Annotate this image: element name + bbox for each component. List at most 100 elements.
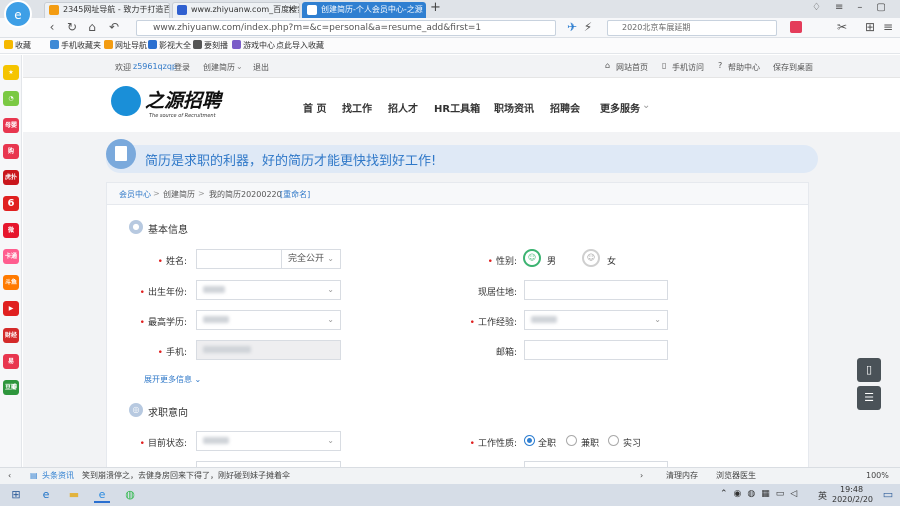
lightning-icon[interactable]: ⚡ <box>580 19 596 35</box>
redacted-value <box>203 346 251 353</box>
tab-2345[interactable]: 2345网址导航 - 致力于打造百 <box>44 2 170 18</box>
taskbar: ⊞ e ▬ e ◍ ⌃◉◍▦▭◁ 英 19:48 2020/2/20 ▭ <box>0 484 900 506</box>
tab-baidu[interactable]: www.zhiyuanw.com_百度搜索 × <box>172 2 300 18</box>
bookmark-favorites[interactable]: 收藏 <box>4 40 31 52</box>
close-icon[interactable]: × <box>287 3 295 17</box>
mobile-float-button[interactable]: ▯ <box>857 358 881 382</box>
help-link[interactable]: 帮助中心 <box>728 62 760 73</box>
address-field[interactable] <box>524 280 668 300</box>
sidebar-item-finance[interactable]: 财经 <box>3 328 19 343</box>
nature-parttime-radio[interactable] <box>566 435 577 446</box>
experience-select[interactable]: ⌄ <box>524 310 668 330</box>
gender-male-radio[interactable]: ☺ <box>523 249 541 267</box>
refresh-icon[interactable]: ↻ <box>64 19 80 35</box>
tab-title: 2345网址导航 - 致力于打造百 <box>63 5 170 14</box>
nav-job-fair[interactable]: 招聘会 <box>550 100 580 115</box>
email-field[interactable] <box>524 340 668 360</box>
site-logo[interactable]: 之源招聘 The source of Recruitment <box>111 84 241 124</box>
scissors-icon[interactable]: ✂ <box>834 19 850 35</box>
shirt-icon[interactable]: ♢ <box>812 2 835 13</box>
username-link[interactable]: z5961qzqp <box>133 62 177 71</box>
education-select[interactable]: ⌄ <box>196 310 341 330</box>
nature-fulltime-label: 全职 <box>538 439 557 449</box>
gender-female-radio[interactable]: ☺ <box>582 249 600 267</box>
nav-find-job[interactable]: 找工作 <box>342 100 372 115</box>
news-text[interactable]: 笑到崩溃停之，去健身房回来下得了，刚好碰到妹子摊着伞 <box>82 468 290 484</box>
bookmark-games[interactable]: 游戏中心 <box>232 40 275 52</box>
logout-link[interactable]: 退出 <box>253 62 269 73</box>
back-icon[interactable]: ‹ <box>44 19 60 35</box>
save-desktop-link[interactable]: 保存到桌面 <box>773 62 813 73</box>
wechat-icon[interactable]: ◍ <box>122 487 138 503</box>
gender-label: • 性别: <box>487 257 517 267</box>
mobile-link[interactable]: 手机访问 <box>672 62 704 73</box>
bolt-icon[interactable]: ✈ <box>564 19 580 35</box>
clock-icon[interactable]: ◔ <box>3 91 19 106</box>
new-tab-button[interactable]: + <box>430 1 441 15</box>
chevron-down-icon: ⌄ <box>327 436 334 445</box>
chevron-right-icon[interactable]: › <box>640 468 643 484</box>
minimize-icon[interactable]: – <box>857 2 876 13</box>
address-label: 现居住地: <box>477 288 517 298</box>
windows-start-icon[interactable]: ⊞ <box>8 487 24 503</box>
bookmark-import[interactable]: 点此导入收藏 <box>276 40 324 52</box>
menu-icon[interactable]: ≡ <box>835 2 857 13</box>
sidebar-item-tv[interactable]: ▶ <box>3 301 19 316</box>
sidebar-item-game[interactable]: 易 <box>3 354 19 369</box>
bookmark-mobile[interactable]: 手机收藏夹 <box>50 40 101 52</box>
grid-icon[interactable]: ⊞ <box>862 19 878 35</box>
weibo-icon[interactable]: 微 <box>3 223 19 238</box>
birth-year-select[interactable]: ⌄ <box>196 280 341 300</box>
status-select[interactable]: ⌄ <box>196 431 341 451</box>
nav-more[interactable]: 更多服务 <box>600 100 640 115</box>
nav-hr-tools[interactable]: HR工具箱 <box>434 100 480 115</box>
sidebar-item-baby[interactable]: 母婴 <box>3 118 19 133</box>
edge-icon[interactable]: e <box>38 487 54 503</box>
bookmark-nav[interactable]: 网址导航 <box>104 40 147 52</box>
folder-icon[interactable]: ▬ <box>66 487 82 503</box>
bookmark-video[interactable]: 影视大全 <box>148 40 191 52</box>
nature-intern-radio[interactable] <box>608 435 619 446</box>
home-icon[interactable]: ⌂ <box>84 19 100 35</box>
nature-fulltime-radio[interactable] <box>524 435 535 446</box>
breadcrumb-member[interactable]: 会员中心 <box>119 189 151 200</box>
rename-link[interactable]: [重命名] <box>280 189 310 200</box>
site-home-link[interactable]: 网站首页 <box>616 62 648 73</box>
phone-field[interactable] <box>196 340 341 360</box>
visibility-select[interactable]: 完全公开 ⌄ <box>281 249 341 269</box>
browser-doctor[interactable]: 浏览器医生 <box>716 468 756 484</box>
clean-memory[interactable]: 清理内存 <box>666 468 698 484</box>
maximize-icon[interactable]: ▢ <box>876 2 899 13</box>
address-bar[interactable]: www.zhiyuanw.com/index.php?m=&c=personal… <box>136 20 556 36</box>
undo-icon[interactable]: ↶ <box>106 19 122 35</box>
more-icon[interactable]: ≡ <box>880 19 896 35</box>
zoom-level[interactable]: 100% <box>866 468 889 484</box>
nav-find-talent[interactable]: 招人才 <box>388 100 418 115</box>
ie-icon[interactable]: e <box>94 487 110 503</box>
welcome-text: 欢迎 <box>115 63 131 72</box>
ime-indicator[interactable]: 英 <box>818 489 827 502</box>
shop-icon[interactable] <box>790 21 802 33</box>
notification-icon[interactable]: ▭ <box>880 487 896 503</box>
nav-news[interactable]: 职场资讯 <box>494 100 534 115</box>
sidebar-item-cartoon[interactable]: 卡通 <box>3 249 19 264</box>
nav-home[interactable]: 首 页 <box>303 100 326 115</box>
chevron-left-icon[interactable]: ‹ <box>8 468 11 484</box>
feedback-float-button[interactable]: ☰ <box>857 386 881 410</box>
sidebar-item-six[interactable]: 6 <box>3 196 19 211</box>
login-link[interactable]: 登录 <box>174 62 190 73</box>
name-field[interactable] <box>196 249 282 269</box>
sidebar-item-douyu[interactable]: 斗鱼 <box>3 275 19 290</box>
name-label: • 姓名: <box>157 257 187 267</box>
create-resume-link[interactable]: 创建简历 <box>203 62 235 73</box>
chevron-down-icon: ⌄ <box>327 254 334 263</box>
bookmark-kebo[interactable]: 要刻播 <box>193 40 228 52</box>
search-box[interactable]: 2020北京车展延期 <box>607 20 777 36</box>
star-icon[interactable]: ★ <box>3 65 19 80</box>
sidebar-item-shop[interactable]: 购 <box>3 144 19 159</box>
expand-more-link[interactable]: 展开更多信息 ⌄ <box>144 374 201 385</box>
sidebar-item-hupu[interactable]: 虎扑 <box>3 170 19 185</box>
tab-resume[interactable]: 创建简历-个人会员中心-之源 <box>302 2 426 18</box>
sidebar-item-douban[interactable]: 豆瓣 <box>3 380 19 395</box>
news-label[interactable]: 头条资讯 <box>42 468 74 484</box>
